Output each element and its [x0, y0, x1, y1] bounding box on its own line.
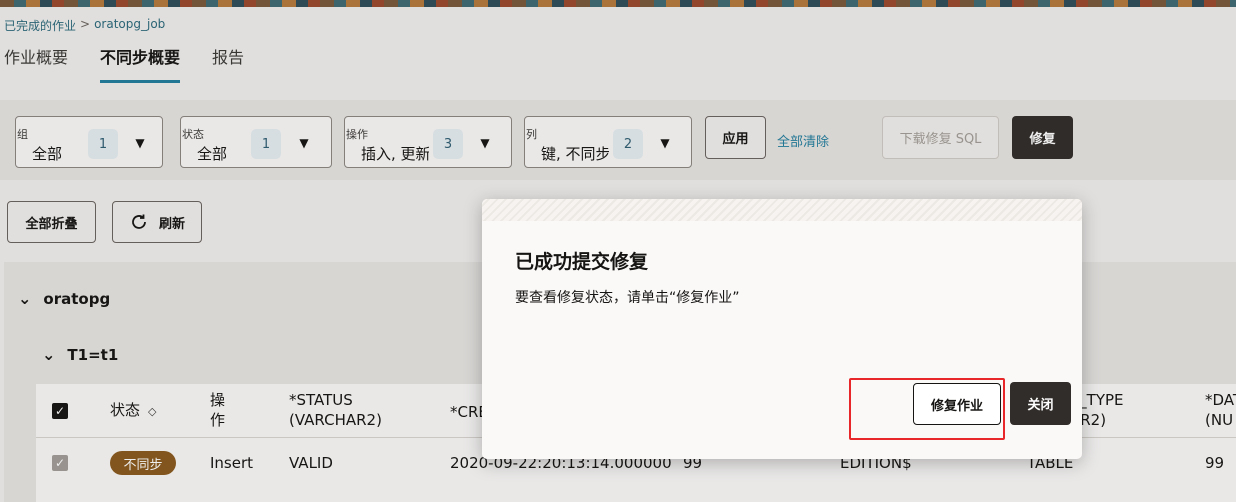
close-button[interactable]: 关闭	[1010, 382, 1071, 425]
dialog-title: 已成功提交修复	[515, 251, 649, 273]
dialog-message: 要查看修复状态，请单击“修复作业”	[515, 290, 740, 306]
dialog-header-texture	[482, 199, 1082, 221]
highlight-box	[849, 378, 1005, 440]
